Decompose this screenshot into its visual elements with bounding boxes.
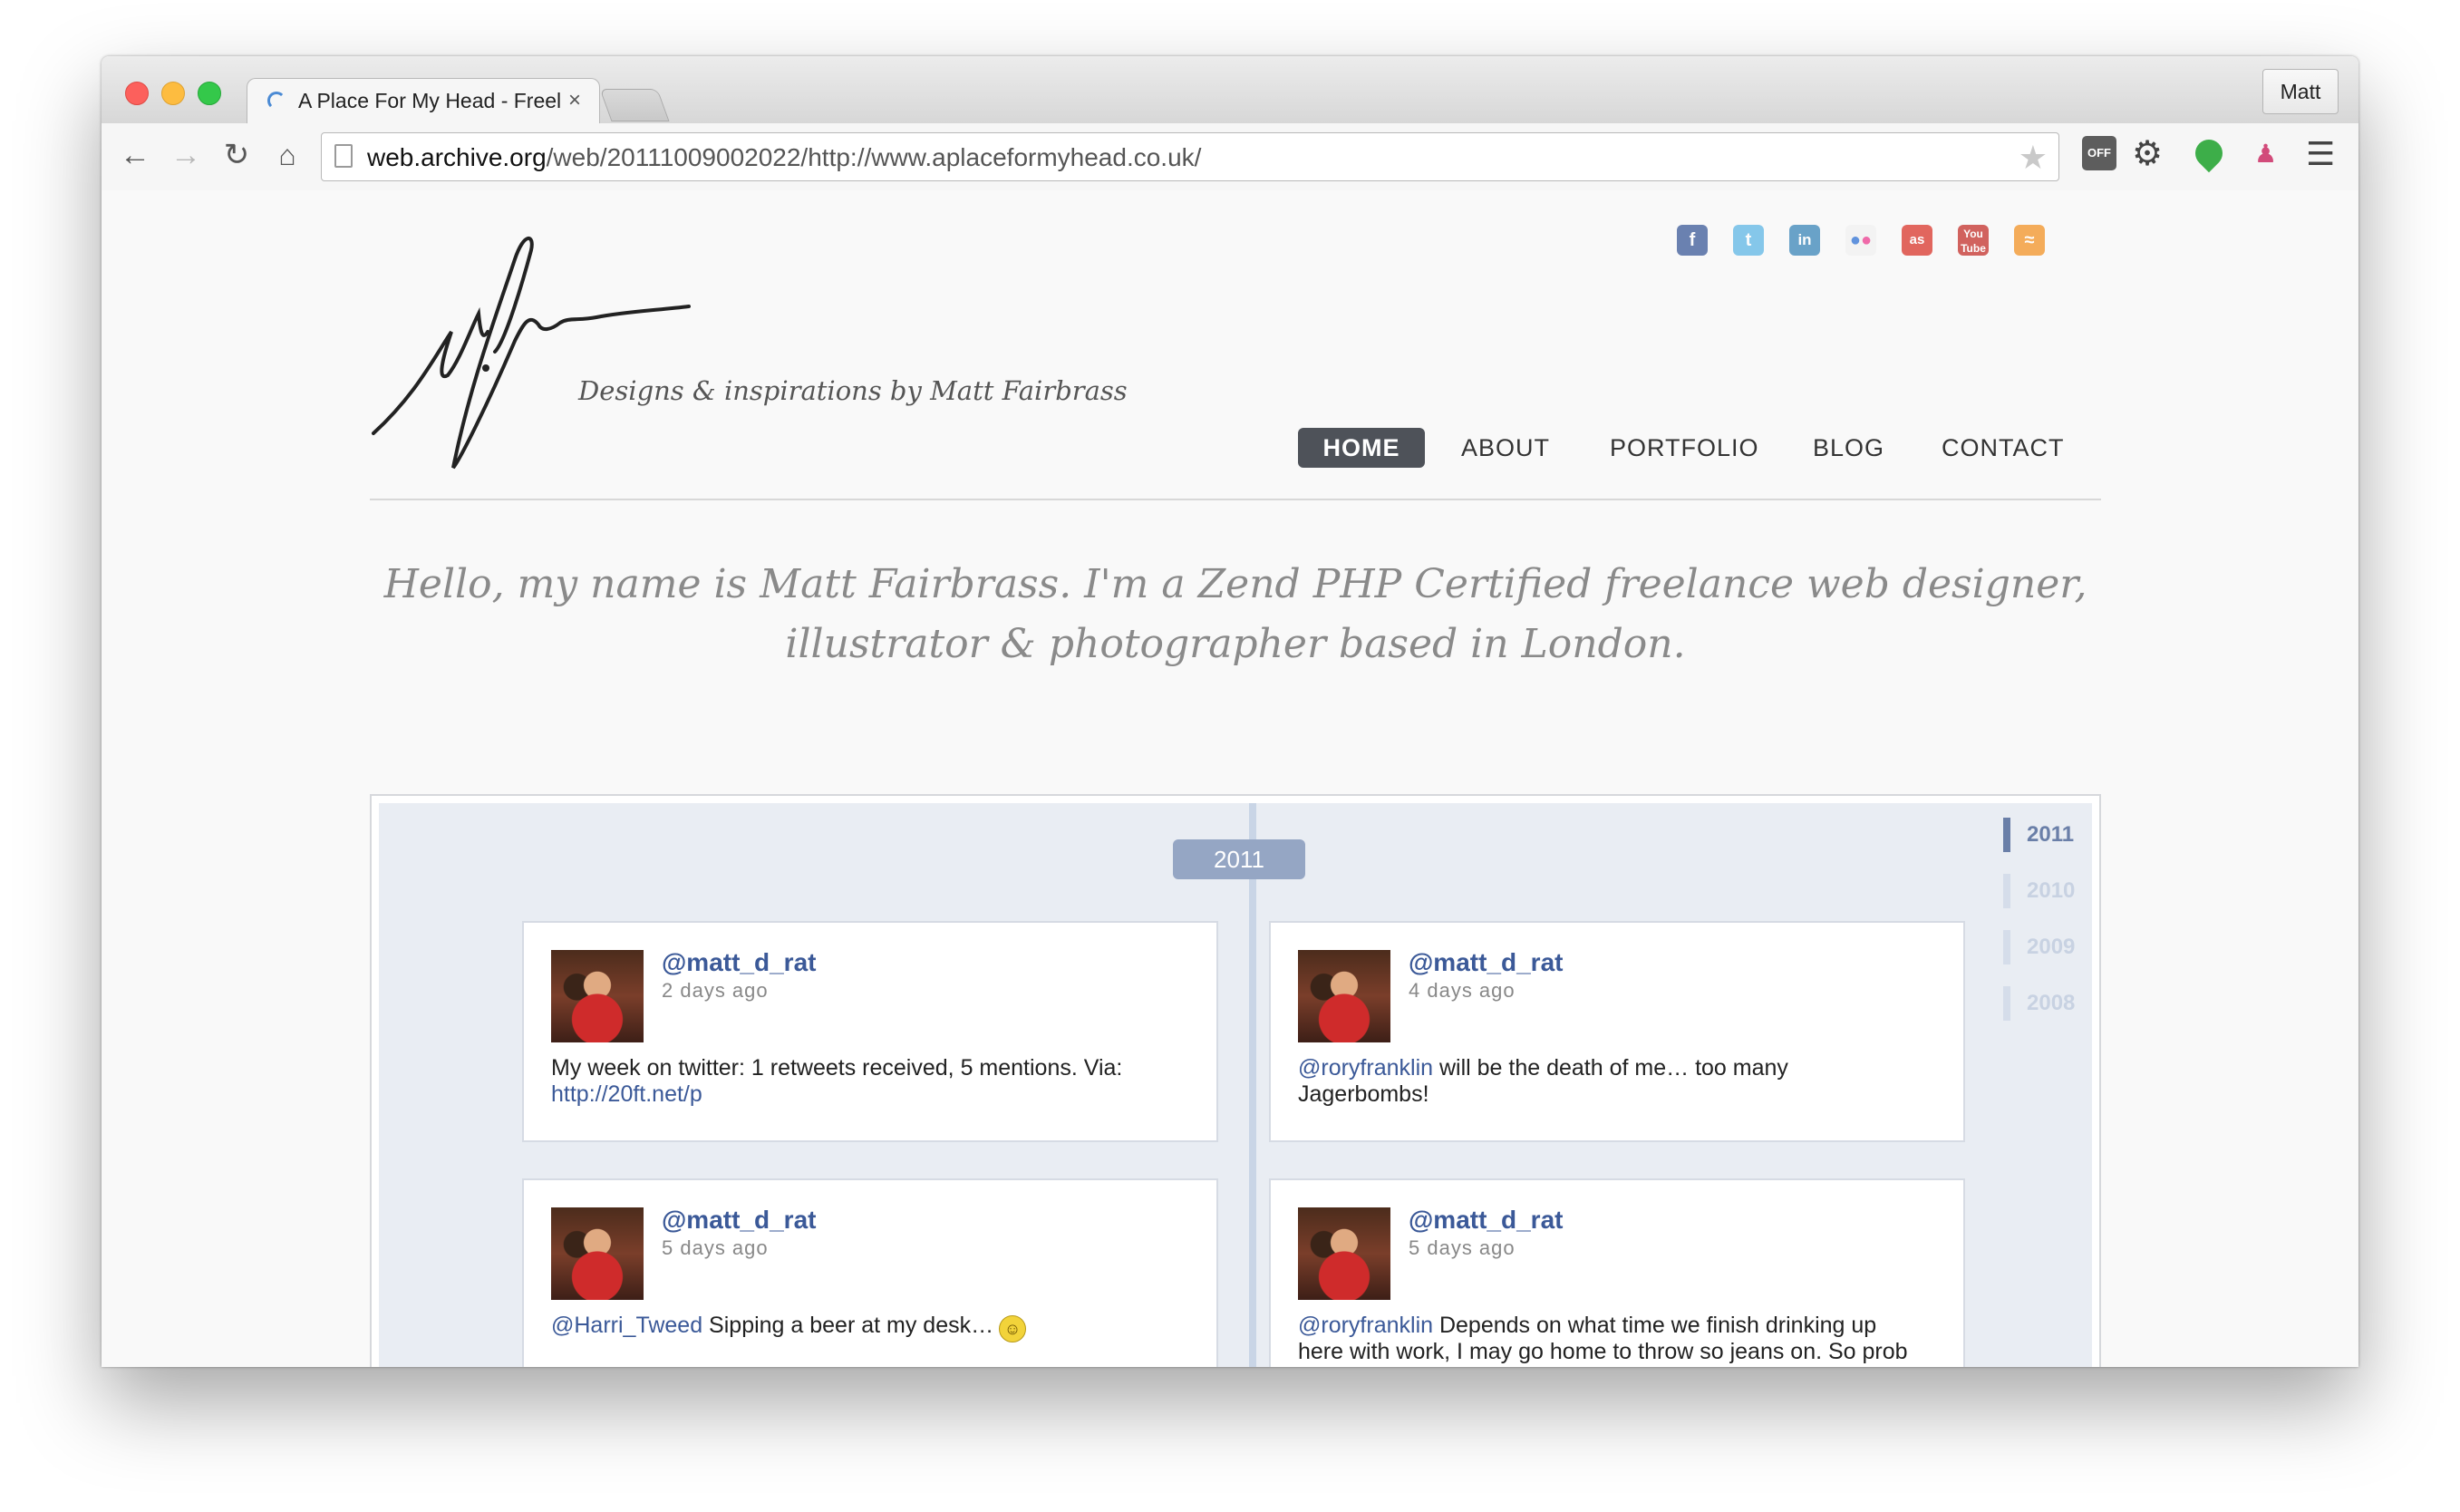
year-marker: 2011 bbox=[1173, 839, 1305, 879]
close-window-button[interactable] bbox=[125, 82, 149, 105]
avatar[interactable] bbox=[551, 950, 644, 1042]
header-divider bbox=[370, 499, 2101, 500]
browser-window: A Place For My Head - Freelance Web Desi… bbox=[102, 56, 2358, 1367]
flickr-icon[interactable]: ●● bbox=[1845, 225, 1876, 256]
nav-blog[interactable]: BLOG bbox=[1813, 428, 1884, 468]
tab-close-icon[interactable]: × bbox=[568, 88, 581, 113]
zoom-window-button[interactable] bbox=[198, 82, 221, 105]
rss-icon[interactable]: ≈ bbox=[2014, 225, 2045, 256]
tweet-body: My week on twitter: 1 retweets received,… bbox=[551, 1055, 1123, 1081]
back-arrow-icon[interactable]: ← bbox=[114, 134, 156, 176]
home-icon[interactable]: ⌂ bbox=[266, 134, 308, 176]
tweet-time: 5 days ago bbox=[1409, 1236, 1516, 1259]
tweet-time: 4 days ago bbox=[1409, 979, 1516, 1002]
year-nav-2011[interactable]: 2011 bbox=[2003, 818, 2074, 852]
evernote-extension-icon[interactable] bbox=[2189, 133, 2229, 173]
tweet-text: @Harri_Tweed Sipping a beer at my desk… ☺ bbox=[551, 1313, 1167, 1342]
bookmark-star-icon[interactable]: ★ bbox=[2019, 139, 2048, 177]
url-host: web.archive.org bbox=[367, 143, 547, 171]
smiley-icon: ☺ bbox=[999, 1315, 1027, 1342]
tweet-card[interactable]: @matt_d_rat 4 days ago @roryfranklin wil… bbox=[1269, 921, 1965, 1142]
year-nav-2008[interactable]: 2008 bbox=[2003, 986, 2075, 1021]
intro-line-1: Hello, my name is Matt Fairbrass. I'm a … bbox=[383, 561, 2087, 607]
tweet-handle[interactable]: @matt_d_rat bbox=[662, 1206, 816, 1235]
profile-button[interactable]: Matt bbox=[2262, 69, 2339, 114]
new-tab-button[interactable] bbox=[599, 89, 670, 121]
timeline-spine bbox=[1249, 803, 1256, 1367]
tweet-text: @roryfranklin will be the death of me… t… bbox=[1298, 1055, 1914, 1108]
tweet-handle[interactable]: @matt_d_rat bbox=[1409, 1206, 1563, 1235]
menu-icon[interactable]: ☰ bbox=[2306, 136, 2335, 172]
url-text[interactable]: web.archive.org/web/20111009002022/http:… bbox=[367, 143, 1201, 172]
tweet-text: @roryfranklin Depends on what time we fi… bbox=[1298, 1313, 1914, 1367]
twitter-icon[interactable]: t bbox=[1733, 225, 1764, 256]
timeline-canvas: 2011 @matt_d_rat 2 days ago My week on t… bbox=[379, 803, 2092, 1367]
year-nav-2009[interactable]: 2009 bbox=[2003, 930, 2075, 964]
twitter-timeline: 2011 @matt_d_rat 2 days ago My week on t… bbox=[370, 794, 2101, 1367]
avatar[interactable] bbox=[1298, 950, 1390, 1042]
browser-tab[interactable]: A Place For My Head - Freelance Web Desi… bbox=[247, 78, 600, 125]
nav-portfolio[interactable]: PORTFOLIO bbox=[1610, 428, 1759, 468]
youtube-icon[interactable]: You Tube bbox=[1958, 225, 1989, 256]
tweet-mention[interactable]: @Harri_Tweed bbox=[551, 1313, 702, 1338]
nav-about[interactable]: ABOUT bbox=[1461, 428, 1550, 468]
tweet-link[interactable]: http://20ft.net/p bbox=[551, 1081, 702, 1107]
tweet-handle[interactable]: @matt_d_rat bbox=[1409, 948, 1563, 977]
forward-arrow-icon[interactable]: → bbox=[165, 134, 207, 176]
tab-title: A Place For My Head - Freelance Web Desi… bbox=[298, 89, 561, 112]
browser-toolbar: ← → ↻ ⌂ web.archive.org/web/201110090020… bbox=[102, 123, 2358, 191]
page-content: Designs & inspirations by Matt Fairbrass… bbox=[102, 190, 2358, 1367]
url-path: /web/20111009002022/http://www.aplacefor… bbox=[546, 143, 1202, 171]
nav-home[interactable]: HOME bbox=[1298, 428, 1425, 468]
nav-contact[interactable]: CONTACT bbox=[1942, 428, 2065, 468]
reload-icon[interactable]: ↻ bbox=[216, 134, 257, 176]
address-bar[interactable]: web.archive.org/web/20111009002022/http:… bbox=[321, 132, 2059, 181]
page-icon bbox=[334, 144, 353, 168]
tweet-body: Sipping a beer at my desk… bbox=[702, 1313, 994, 1338]
facebook-icon[interactable]: f bbox=[1677, 225, 1708, 256]
tweet-card[interactable]: @matt_d_rat 5 days ago @roryfranklin Dep… bbox=[1269, 1178, 1965, 1367]
avatar[interactable] bbox=[1298, 1207, 1390, 1300]
lastfm-icon[interactable]: as bbox=[1902, 225, 1932, 256]
extension-icon[interactable]: ♟ bbox=[2254, 136, 2277, 172]
avatar[interactable] bbox=[551, 1207, 644, 1300]
tweet-card[interactable]: @matt_d_rat 5 days ago @Harri_Tweed Sipp… bbox=[522, 1178, 1218, 1367]
loading-spinner-icon bbox=[267, 92, 286, 110]
linkedin-icon[interactable]: in bbox=[1789, 225, 1820, 256]
site-tagline: Designs & inspirations by Matt Fairbrass bbox=[578, 375, 1128, 406]
tweet-handle[interactable]: @matt_d_rat bbox=[662, 948, 816, 977]
tweet-text: My week on twitter: 1 retweets received,… bbox=[551, 1055, 1167, 1108]
tweet-card[interactable]: @matt_d_rat 2 days ago My week on twitte… bbox=[522, 921, 1218, 1142]
settings-gear-icon[interactable]: ⚙ bbox=[2132, 136, 2163, 172]
intro-text: Hello, my name is Matt Fairbrass. I'm a … bbox=[370, 555, 2101, 674]
title-bar: A Place For My Head - Freelance Web Desi… bbox=[102, 56, 2358, 125]
tweet-time: 5 days ago bbox=[662, 1236, 769, 1259]
year-nav-2010[interactable]: 2010 bbox=[2003, 874, 2075, 908]
tweet-mention[interactable]: @roryfranklin bbox=[1298, 1055, 1433, 1081]
signature-logo[interactable] bbox=[370, 223, 696, 486]
tweet-time: 2 days ago bbox=[662, 979, 769, 1002]
intro-line-2: illustrator & photographer based in Lond… bbox=[785, 621, 1686, 667]
minimize-window-button[interactable] bbox=[161, 82, 185, 105]
extension-off-icon[interactable]: OFF bbox=[2082, 136, 2116, 170]
tweet-mention[interactable]: @roryfranklin bbox=[1298, 1313, 1433, 1338]
